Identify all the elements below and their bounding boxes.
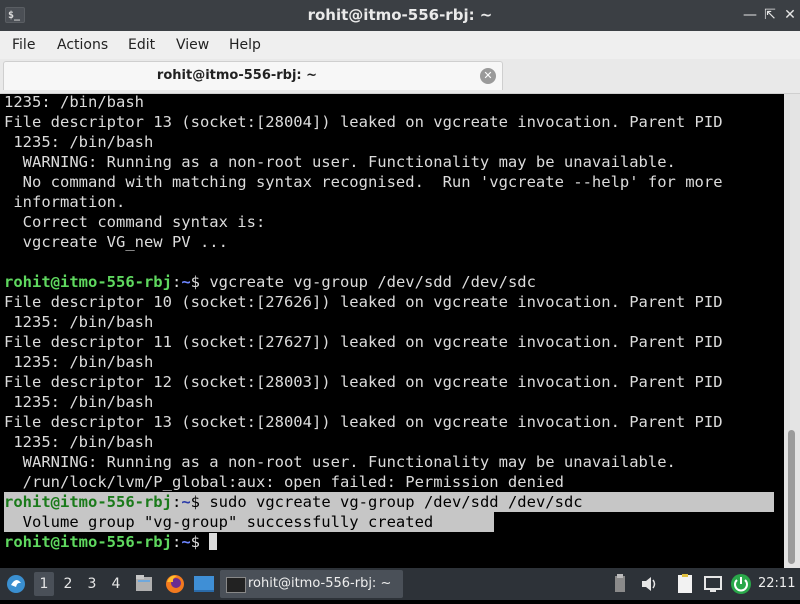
vertical-scrollbar[interactable] (784, 94, 800, 568)
menu-bar: File Actions Edit View Help (0, 31, 800, 59)
file-manager-icon[interactable] (133, 568, 155, 600)
scrollbar-thumb[interactable] (788, 430, 795, 564)
taskbar-window-label: rohit@itmo-556-rbj: ~ (248, 576, 392, 591)
terminal-line: 1235: /bin/bash (4, 433, 154, 451)
notes-icon[interactable] (674, 568, 696, 600)
command-text: vgcreate vg-group /dev/sdd /dev/sdc (209, 273, 536, 291)
workspace-2[interactable]: 2 (58, 572, 78, 596)
prompt-path: ~ (181, 273, 191, 291)
terminal-line: WARNING: Running as a non-root user. Fun… (4, 453, 676, 471)
terminal-line: WARNING: Running as a non-root user. Fun… (4, 153, 676, 171)
tab-label: rohit@itmo-556-rbj: ~ (156, 68, 318, 83)
firefox-icon[interactable] (163, 568, 187, 600)
taskbar: 1 2 3 4 rohit@itmo-556-rbj: ~ 22:11 (0, 568, 800, 600)
close-icon[interactable]: ✕ (781, 6, 799, 24)
maximize-icon[interactable]: ⇱ (761, 6, 779, 24)
terminal-line: 1235: /bin/bash (4, 133, 154, 151)
start-menu-icon[interactable] (4, 568, 30, 600)
terminal-line: 1235: /bin/bash (4, 313, 154, 331)
terminal-line: File descriptor 11 (socket:[27627]) leak… (4, 333, 723, 351)
tab-terminal[interactable]: rohit@itmo-556-rbj: ~ ✕ (3, 61, 503, 90)
terminal-line: File descriptor 13 (socket:[28004]) leak… (4, 113, 723, 131)
clock: 22:11 (758, 576, 796, 591)
terminal-line: Correct command syntax is: (4, 213, 266, 231)
power-icon[interactable] (729, 568, 753, 600)
volume-icon[interactable] (638, 568, 660, 600)
menu-actions[interactable]: Actions (57, 31, 108, 59)
window-titlebar: $_ rohit@itmo-556-rbj: ~ — ⇱ ✕ (0, 0, 800, 31)
window-title: rohit@itmo-556-rbj: ~ (307, 6, 493, 24)
desktop-icon[interactable] (192, 568, 216, 600)
workspace-3[interactable]: 3 (82, 572, 102, 596)
prompt-line: rohit@itmo-556-rbj:~$ (4, 532, 218, 552)
terminal-line: File descriptor 13 (socket:[28004]) leak… (4, 413, 723, 431)
workspace-1[interactable]: 1 (34, 572, 54, 596)
tab-bar: rohit@itmo-556-rbj: ~ ✕ (0, 59, 800, 94)
workspace-4[interactable]: 4 (106, 572, 126, 596)
command-text: sudo vgcreate vg-group /dev/sdd /dev/sdc (209, 493, 583, 511)
terminal-line: vgcreate VG_new PV ... (4, 233, 228, 251)
terminal-line: No command with matching syntax recognis… (4, 173, 723, 191)
text-cursor (209, 533, 218, 550)
terminal-line: /run/lock/lvm/P_global:aux: open failed:… (4, 473, 564, 491)
menu-file[interactable]: File (12, 31, 35, 59)
terminal-line: File descriptor 10 (socket:[27626]) leak… (4, 293, 723, 311)
prompt-path: ~ (181, 533, 191, 551)
terminal-line: information. (4, 193, 126, 211)
terminal-line: Volume group "vg-group" successfully cre… (4, 513, 434, 531)
prompt-line: rohit@itmo-556-rbj:~$ vgcreate vg-group … (4, 273, 536, 291)
clipboard-icon[interactable] (610, 568, 630, 600)
prompt-user: rohit@itmo-556-rbj (4, 493, 172, 511)
menu-edit[interactable]: Edit (128, 31, 155, 59)
terminal-line: File descriptor 12 (socket:[28003]) leak… (4, 373, 723, 391)
prompt-line: rohit@itmo-556-rbj:~$ sudo vgcreate vg-g… (4, 493, 583, 511)
taskbar-window-terminal[interactable]: rohit@itmo-556-rbj: ~ (220, 570, 403, 598)
prompt-path: ~ (181, 493, 191, 511)
terminal-line: 1235: /bin/bash (4, 393, 154, 411)
tab-close-icon[interactable]: ✕ (480, 68, 496, 84)
terminal-icon (226, 577, 246, 593)
menu-help[interactable]: Help (229, 31, 261, 59)
display-icon[interactable] (702, 568, 724, 600)
terminal-output[interactable]: 1235: /bin/bash File descriptor 13 (sock… (0, 94, 784, 568)
minimize-icon[interactable]: — (741, 6, 759, 24)
prompt-user: rohit@itmo-556-rbj (4, 533, 172, 551)
terminal-line: 1235: /bin/bash (4, 353, 154, 371)
terminal-line: 1235: /bin/bash (4, 94, 144, 111)
menu-view[interactable]: View (176, 31, 209, 59)
prompt-user: rohit@itmo-556-rbj (4, 273, 172, 291)
